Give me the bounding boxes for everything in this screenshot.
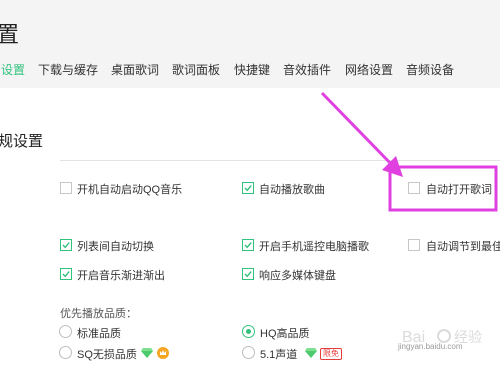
- watermark-url: jingyan.baidu.com: [398, 342, 463, 351]
- annotation-highlight-box: [388, 165, 498, 212]
- annotation-arrow: [320, 91, 403, 177]
- annotation-overlay: [320, 91, 498, 212]
